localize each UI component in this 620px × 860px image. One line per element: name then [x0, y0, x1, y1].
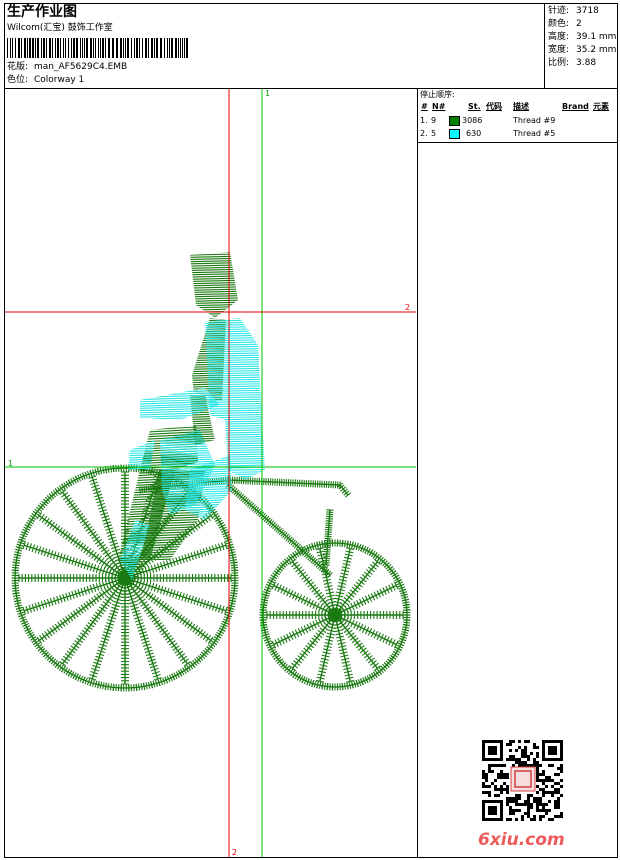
axis-label-bottom: 2: [232, 848, 238, 857]
col-brand: Brand: [562, 102, 589, 111]
row-index: 1.: [420, 116, 428, 125]
col-stitches: St.: [468, 102, 481, 111]
stat-scale-label: 比例:: [548, 58, 570, 68]
row-stitches: 630: [466, 129, 482, 138]
thread-swatch-cyan: [449, 129, 460, 139]
watermark-logo: 6xiu.com: [478, 830, 565, 850]
col-n: N#: [432, 102, 446, 111]
design-file: man_AF5629C4.EMB: [34, 62, 128, 72]
stop-sequence-title: 停止顺序:: [420, 90, 455, 99]
stat-colors-value: 2: [576, 19, 582, 29]
stat-stitches-value: 3718: [576, 6, 599, 16]
stat-height-label: 高度:: [548, 32, 570, 42]
axis-label-left: 1: [8, 459, 14, 468]
col-element: 元素: [593, 102, 609, 111]
design-canvas: [4, 88, 418, 858]
stat-scale-value: 3.88: [576, 58, 597, 68]
col-desc: 描述: [513, 102, 529, 111]
thread-swatch-green: [449, 116, 460, 126]
col-index: #: [421, 102, 428, 111]
page-title: 生产作业图: [7, 4, 77, 20]
row-desc: Thread #5: [513, 129, 556, 138]
header-panel: [4, 3, 545, 89]
design-label: 花版:: [7, 62, 29, 72]
col-code: 代码: [486, 102, 502, 111]
stat-colors-label: 颜色:: [548, 19, 570, 29]
row-n: 9: [431, 116, 437, 125]
axis-label-top: 1: [265, 89, 271, 98]
axis-label-right: 2: [405, 303, 411, 312]
stat-width-value: 35.2 mm: [576, 45, 617, 55]
company-name: Wilcom(汇宝) 鼓饰工作室: [7, 23, 113, 33]
row-n: 5: [431, 129, 437, 138]
stat-height-value: 39.1 mm: [576, 32, 617, 42]
stat-stitches-label: 针迹:: [548, 6, 570, 16]
colorway-label: 色位:: [7, 75, 29, 85]
row-stitches: 3086: [462, 116, 483, 125]
stat-width-label: 宽度:: [548, 45, 570, 55]
side-empty-panel: [417, 142, 618, 858]
row-desc: Thread #9: [513, 116, 556, 125]
row-index: 2.: [420, 129, 428, 138]
colorway-value: Colorway 1: [34, 75, 85, 85]
